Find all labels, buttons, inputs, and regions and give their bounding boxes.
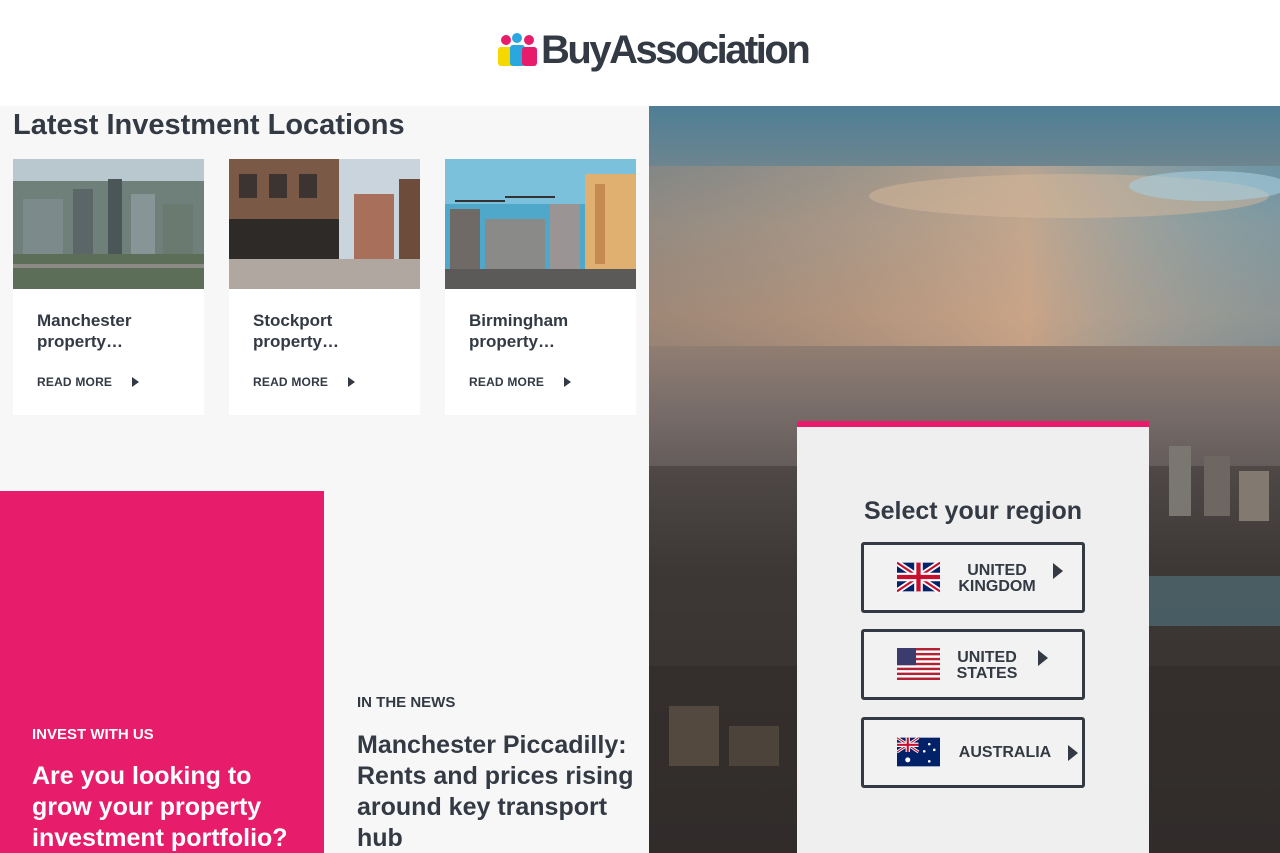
read-more-link[interactable]: READ MORE bbox=[37, 375, 140, 389]
people-logo-icon bbox=[498, 32, 538, 68]
location-card-manchester[interactable]: Manchester property… READ MORE bbox=[13, 159, 204, 415]
play-arrow-icon bbox=[1068, 745, 1078, 761]
uk-flag-icon bbox=[897, 561, 940, 593]
region-button-uk[interactable]: UNITED KINGDOM bbox=[861, 542, 1085, 613]
news-headline[interactable]: Manchester Piccadilly: Rents and prices … bbox=[357, 730, 637, 853]
card-title: Stockport property… bbox=[253, 311, 339, 351]
card-title: Birmingham property… bbox=[469, 311, 569, 351]
invest-promo-panel[interactable]: INVEST WITH US Are you looking to grow y… bbox=[0, 491, 324, 853]
region-label: UNITED KINGDOM bbox=[958, 562, 1036, 595]
brand-name: BuyAssociation bbox=[541, 28, 811, 72]
birmingham-image bbox=[445, 159, 636, 289]
region-label: AUSTRALIA bbox=[958, 744, 1052, 761]
location-card-birmingham[interactable]: Birmingham property… READ MORE bbox=[445, 159, 636, 415]
play-arrow-icon bbox=[348, 377, 356, 387]
us-flag-icon bbox=[897, 648, 940, 680]
stockport-image bbox=[229, 159, 420, 289]
invest-kicker: INVEST WITH US bbox=[32, 726, 154, 743]
region-button-australia[interactable]: AUSTRALIA bbox=[861, 717, 1085, 788]
play-arrow-icon bbox=[1053, 563, 1063, 579]
left-content: Latest Investment Locations Manchester p… bbox=[0, 106, 649, 853]
section-title: Latest Investment Locations bbox=[13, 109, 405, 141]
location-card-stockport[interactable]: Stockport property… READ MORE bbox=[229, 159, 420, 415]
site-logo[interactable]: BuyAssociation bbox=[498, 28, 811, 72]
region-title: Select your region bbox=[863, 497, 1083, 525]
australia-flag-icon bbox=[897, 736, 940, 768]
manchester-image bbox=[13, 159, 204, 289]
read-more-label: READ MORE bbox=[37, 375, 113, 389]
read-more-label: READ MORE bbox=[469, 375, 545, 389]
invest-headline: Are you looking to grow your property in… bbox=[32, 762, 288, 852]
region-selector-panel: Select your region UNITED KINGDOM UNITED… bbox=[797, 421, 1149, 853]
site-header: BuyAssociation bbox=[0, 0, 1280, 106]
region-label: UNITED STATES bbox=[956, 649, 1018, 682]
play-arrow-icon bbox=[564, 377, 572, 387]
read-more-link[interactable]: READ MORE bbox=[253, 375, 356, 389]
region-button-us[interactable]: UNITED STATES bbox=[861, 629, 1085, 700]
read-more-label: READ MORE bbox=[253, 375, 329, 389]
card-title: Manchester property… bbox=[37, 311, 132, 351]
read-more-link[interactable]: READ MORE bbox=[469, 375, 572, 389]
news-kicker: IN THE NEWS bbox=[357, 694, 456, 711]
play-arrow-icon bbox=[132, 377, 140, 387]
play-arrow-icon bbox=[1038, 650, 1048, 666]
